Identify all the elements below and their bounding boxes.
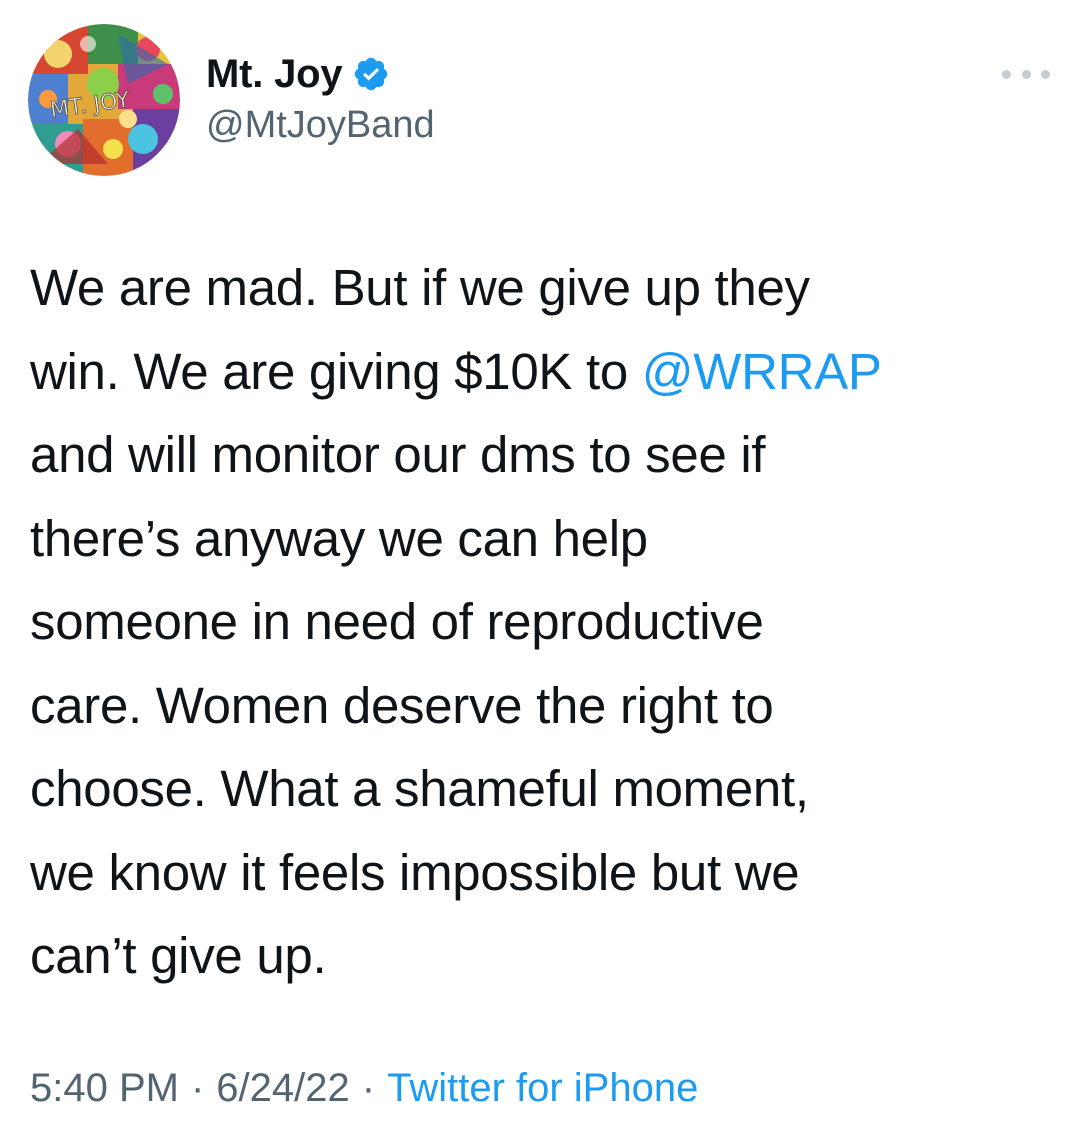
tweet-text-segment: win. We are giving $10K to	[30, 342, 642, 400]
tweet-text-line: care. Women deserve the right to	[30, 664, 1060, 748]
tweet-text-segment: choose. What a shameful moment,	[30, 760, 809, 817]
tweet-metadata: 5:40 PM · 6/24/22 · Twitter for iPhone	[30, 1066, 698, 1111]
tweet-text-segment: and will monitor our dms to see if	[30, 426, 766, 483]
meta-separator: ·	[361, 1066, 376, 1110]
tweet-text-segment: we know it feels impossible but we	[30, 843, 800, 901]
mention-link[interactable]: @WRRAP	[642, 343, 882, 400]
tweet-text-line: win. We are giving $10K to @WRRAP	[30, 330, 1060, 414]
tweet-text-segment: We are mad. But if we give up they	[30, 259, 810, 316]
avatar[interactable]: MT. JOY	[28, 24, 180, 176]
author-name-row: Mt. Joy	[206, 50, 390, 98]
verified-badge-icon	[352, 55, 390, 93]
tweet-text: We are mad. But if we give up they win. …	[30, 246, 1060, 998]
tweet-source-link[interactable]: Twitter for iPhone	[387, 1066, 698, 1110]
tweet-date[interactable]: 6/24/22	[216, 1066, 349, 1110]
more-dot	[1041, 69, 1050, 79]
tweet-text-segment: someone in need of reproductive	[30, 593, 764, 650]
more-options-icon[interactable]	[1002, 56, 1050, 92]
author-display-name[interactable]: Mt. Joy	[206, 52, 343, 97]
tweet-text-line: and will monitor our dms to see if	[30, 413, 1060, 497]
tweet-text-segment: there’s anyway we can help	[30, 509, 648, 567]
tweet-text-line: choose. What a shameful moment,	[30, 747, 1060, 831]
meta-separator: ·	[190, 1066, 205, 1110]
author-handle[interactable]: @MtJoyBand	[206, 104, 435, 147]
tweet-text-line: there’s anyway we can help	[30, 497, 1060, 581]
tweet-text-line: We are mad. But if we give up they	[30, 246, 1060, 330]
tweet-card: MT. JOY Mt. Joy @MtJoyBand We are mad. B…	[0, 0, 1080, 1146]
tweet-text-line: someone in need of reproductive	[30, 580, 1060, 664]
tweet-text-segment: care. Women deserve the right to	[30, 676, 774, 734]
tweet-text-segment: can’t give up.	[30, 927, 327, 984]
tweet-text-line: we know it feels impossible but we	[30, 831, 1060, 915]
more-dot	[1021, 69, 1031, 79]
tweet-text-line: can’t give up.	[30, 914, 1060, 998]
avatar-image: MT. JOY	[28, 24, 180, 176]
more-dot	[1002, 69, 1011, 79]
tweet-time[interactable]: 5:40 PM	[30, 1066, 179, 1110]
